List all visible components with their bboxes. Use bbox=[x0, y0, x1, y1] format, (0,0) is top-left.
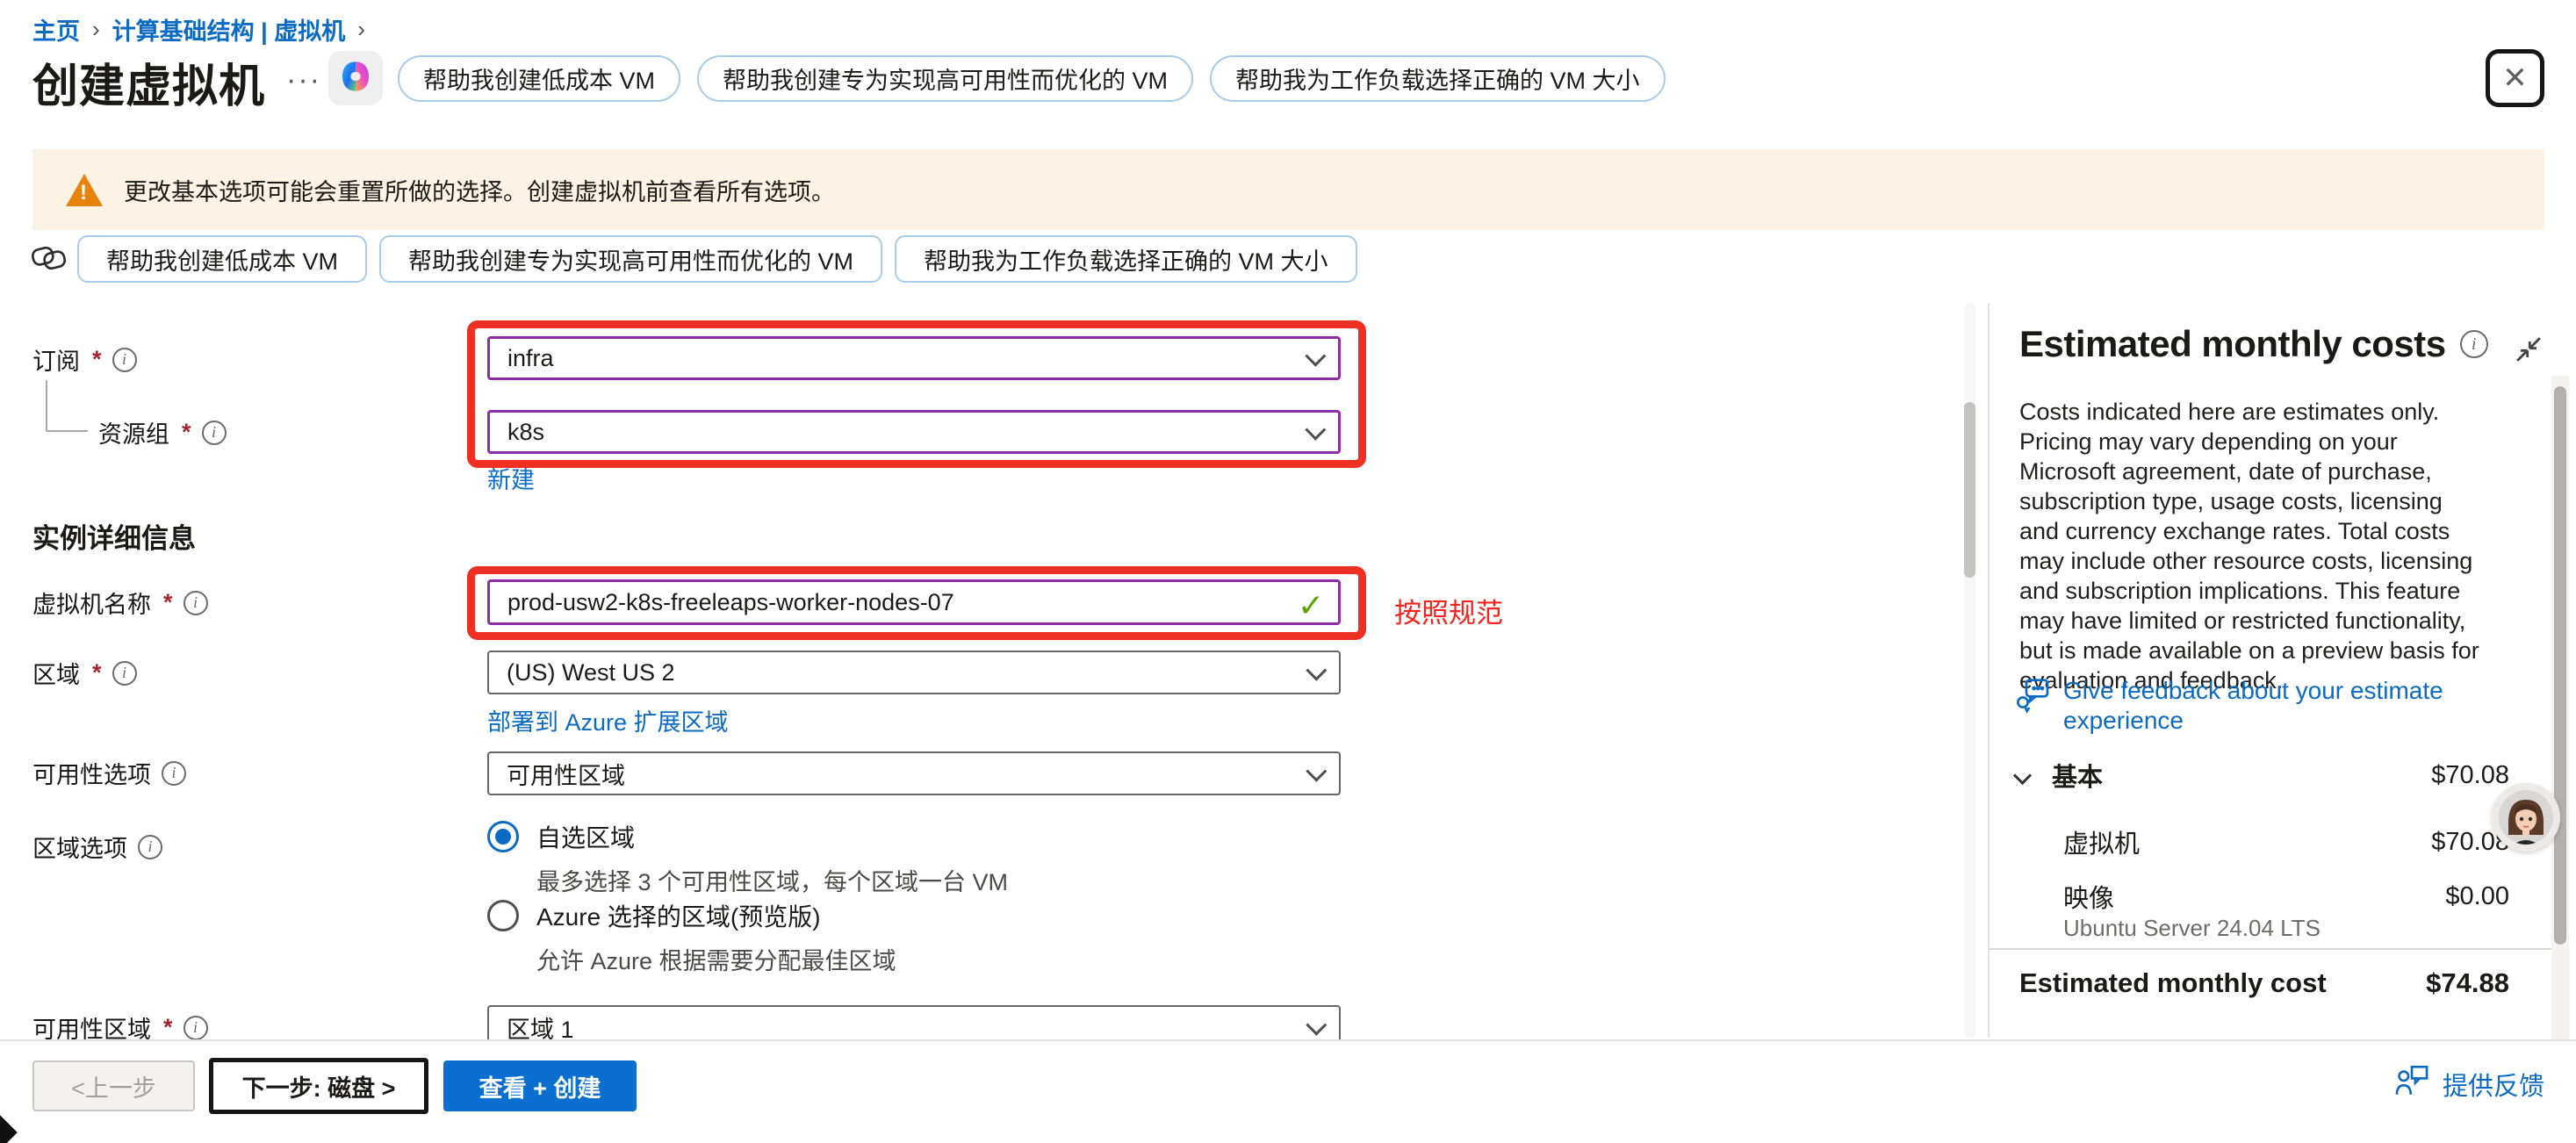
zone-options-label: 区域选项 i bbox=[32, 830, 162, 864]
collapse-panel-icon[interactable] bbox=[2513, 334, 2544, 370]
warning-text: 更改基本选项可能会重置所做的选择。创建虚拟机前查看所有选项。 bbox=[124, 173, 835, 207]
cost-group-basics[interactable]: 基本 $70.08 bbox=[2016, 757, 2509, 794]
radio-selected-icon bbox=[487, 821, 519, 852]
assistant-avatar[interactable] bbox=[2492, 783, 2560, 852]
suggestion-chip-vm-size[interactable]: 帮助我为工作负载选择正确的 VM 大小 bbox=[1210, 55, 1666, 102]
breadcrumb-sep-icon: › bbox=[357, 16, 365, 43]
close-icon: ✕ bbox=[2502, 61, 2528, 96]
info-icon[interactable]: i bbox=[112, 348, 137, 372]
connector-line bbox=[46, 430, 88, 432]
annotation-note: 按照规范 bbox=[1394, 591, 1503, 630]
chevron-down-icon bbox=[2013, 766, 2032, 784]
vm-name-input[interactable] bbox=[487, 579, 1341, 625]
availability-zone-label: 可用性区域* i bbox=[32, 1010, 208, 1040]
person-feedback-icon bbox=[2393, 1064, 2430, 1104]
more-options-button[interactable]: ··· bbox=[286, 63, 321, 97]
cost-group-amount: $70.08 bbox=[2431, 761, 2509, 790]
cost-item-image: 映像 $0.00 bbox=[2063, 878, 2509, 915]
page-scrollbar-thumb[interactable] bbox=[2554, 386, 2566, 945]
copilot-outline-icon bbox=[29, 241, 69, 280]
suggestion-chip-low-cost-2[interactable]: 帮助我创建低成本 VM bbox=[77, 235, 367, 283]
zone-radio-azure-select[interactable]: Azure 选择的区域(预览版) 允许 Azure 根据需要分配最佳区域 bbox=[487, 898, 896, 976]
info-icon[interactable]: i bbox=[112, 661, 137, 686]
basics-form: 订阅* i 资源组* i infra k8s 新建 实例详细信息 虚拟机名称* … bbox=[0, 303, 1984, 1040]
instance-details-heading: 实例详细信息 bbox=[32, 516, 196, 556]
zone-radio-self-select[interactable]: 自选区域 最多选择 3 个可用性区域，每个区域一台 VM bbox=[487, 819, 1008, 897]
chevron-down-icon bbox=[1306, 760, 1327, 781]
subscription-dropdown[interactable]: infra bbox=[487, 336, 1341, 380]
resource-group-label: 资源组* i bbox=[98, 415, 227, 449]
total-row: Estimated monthly cost $74.88 bbox=[2019, 967, 2509, 999]
suggestion-chip-vm-size-2[interactable]: 帮助我为工作负载选择正确的 VM 大小 bbox=[895, 235, 1357, 283]
breadcrumb-sep-icon: › bbox=[92, 16, 100, 43]
estimate-feedback-link[interactable]: Give feedback about your estimate experi… bbox=[2016, 676, 2485, 736]
warning-banner: 更改基本选项可能会重置所做的选择。创建虚拟机前查看所有选项。 bbox=[32, 149, 2544, 230]
availability-zone-dropdown[interactable]: 区域 1 bbox=[487, 1005, 1341, 1040]
total-divider bbox=[1990, 948, 2553, 950]
suggestion-chip-high-availability-2[interactable]: 帮助我创建专为实现高可用性而优化的 VM bbox=[379, 235, 882, 283]
copilot-suggestion-row: 帮助我创建低成本 VM 帮助我创建专为实现高可用性而优化的 VM 帮助我为工作负… bbox=[398, 55, 1666, 102]
chevron-down-icon bbox=[1306, 659, 1327, 680]
cost-item-vm: 虚拟机 $70.08 bbox=[2063, 823, 2509, 860]
page-title: 创建虚拟机 bbox=[32, 49, 265, 115]
previous-button[interactable]: <上一步 bbox=[32, 1060, 195, 1111]
next-disks-button[interactable]: 下一步: 磁盘 > bbox=[209, 1058, 428, 1114]
radio-unselected-icon bbox=[487, 900, 519, 931]
info-icon[interactable]: i bbox=[202, 421, 227, 445]
cost-disclaimer: Costs indicated here are estimates only.… bbox=[2019, 397, 2488, 695]
info-icon[interactable]: i bbox=[183, 591, 208, 615]
breadcrumb-compute-vm[interactable]: 计算基础结构 | 虚拟机 bbox=[112, 12, 346, 47]
close-button[interactable]: ✕ bbox=[2486, 49, 2544, 107]
vm-name-label: 虚拟机名称* i bbox=[32, 586, 208, 620]
image-subtext: Ubuntu Server 24.04 LTS bbox=[2063, 915, 2321, 942]
valid-check-icon: ✓ bbox=[1298, 587, 1324, 624]
review-create-button[interactable]: 查看 + 创建 bbox=[443, 1060, 637, 1111]
footer-bar: <上一步 下一步: 磁盘 > 查看 + 创建 提供反馈 bbox=[0, 1039, 2576, 1143]
suggestion-chip-low-cost[interactable]: 帮助我创建低成本 VM bbox=[398, 55, 680, 102]
send-feedback-link[interactable]: 提供反馈 bbox=[2393, 1064, 2544, 1104]
warning-icon bbox=[66, 174, 103, 206]
create-vm-page: 主页 › 计算基础结构 | 虚拟机 › 创建虚拟机 ··· 帮助我创 bbox=[0, 0, 2576, 1143]
availability-options-label: 可用性选项 i bbox=[32, 756, 186, 790]
chevron-down-icon bbox=[1305, 345, 1326, 366]
create-new-link[interactable]: 新建 bbox=[487, 461, 535, 495]
availability-options-dropdown[interactable]: 可用性区域 bbox=[487, 751, 1341, 795]
suggestion-chip-high-availability[interactable]: 帮助我创建专为实现高可用性而优化的 VM bbox=[697, 55, 1193, 102]
breadcrumb: 主页 › 计算基础结构 | 虚拟机 › bbox=[32, 12, 365, 47]
edge-zone-link[interactable]: 部署到 Azure 扩展区域 bbox=[487, 703, 729, 737]
subscription-label: 订阅* i bbox=[32, 342, 137, 377]
region-label: 区域* i bbox=[32, 656, 137, 690]
region-dropdown[interactable]: (US) West US 2 bbox=[487, 651, 1341, 694]
info-icon[interactable]: i bbox=[2460, 330, 2488, 358]
content-scrollbar-thumb[interactable] bbox=[1964, 402, 1975, 578]
panel-divider bbox=[1988, 303, 1990, 1038]
copilot-button[interactable] bbox=[328, 51, 383, 105]
info-icon[interactable]: i bbox=[138, 835, 162, 859]
info-icon[interactable]: i bbox=[162, 761, 186, 786]
chevron-down-icon bbox=[1305, 419, 1326, 440]
info-icon[interactable]: i bbox=[183, 1016, 208, 1040]
breadcrumb-home[interactable]: 主页 bbox=[32, 12, 80, 47]
resource-group-dropdown[interactable]: k8s bbox=[487, 410, 1341, 454]
cost-panel-title: Estimated monthly costs bbox=[2019, 323, 2446, 365]
chevron-down-icon bbox=[1306, 1014, 1327, 1035]
copilot-suggestion-row-2: 帮助我创建低成本 VM 帮助我创建专为实现高可用性而优化的 VM 帮助我为工作负… bbox=[77, 235, 1357, 283]
feedback-bubbles-icon bbox=[2016, 676, 2051, 719]
copilot-icon bbox=[338, 59, 373, 98]
connector-line bbox=[46, 380, 47, 430]
